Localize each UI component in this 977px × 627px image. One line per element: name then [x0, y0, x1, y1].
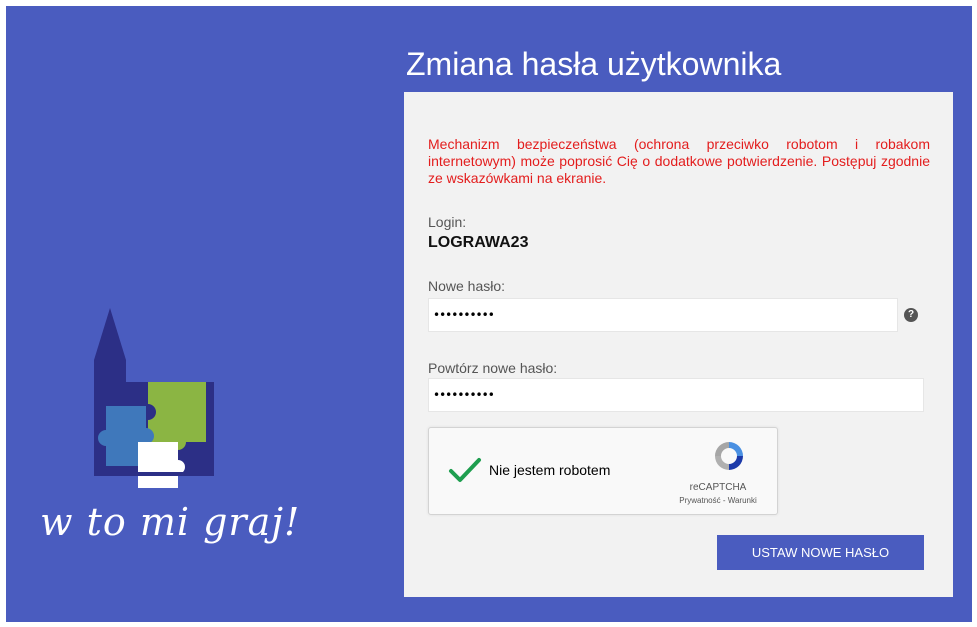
password-change-panel: Mechanizm bezpieczeństwa (ochrona przeci…	[404, 92, 953, 597]
recaptcha-arrows-icon	[715, 442, 743, 470]
question-circle-icon[interactable]: ?	[904, 308, 918, 322]
page-title: Zmiana hasła użytkownika	[406, 46, 782, 82]
page-background: w to mi graj! Zmiana hasła użytkownika M…	[6, 6, 972, 622]
new-password-label: Nowe hasło:	[428, 278, 506, 294]
recaptcha-brand: reCAPTCHA	[689, 482, 747, 493]
set-new-password-button[interactable]: USTAW NOWE HASŁO	[717, 535, 924, 570]
login-value: LOGRAWA23	[428, 234, 529, 251]
repeat-password-label: Powtórz nowe hasło:	[428, 360, 558, 376]
recaptcha-links[interactable]: Prywatność - Warunki	[663, 496, 773, 505]
checkmark-icon[interactable]	[447, 452, 483, 488]
captcha-label: Nie jestem robotem	[489, 462, 611, 478]
security-warning: Mechanizm bezpieczeństwa (ochrona przeci…	[428, 136, 930, 186]
login-label: Login:	[428, 214, 467, 230]
slogan: w to mi graj!	[40, 500, 301, 544]
new-password-input[interactable]	[428, 298, 898, 332]
recaptcha-widget[interactable]: Nie jestem robotem reCAPTCHA Prywatność …	[428, 427, 778, 515]
repeat-password-input[interactable]	[428, 378, 924, 412]
